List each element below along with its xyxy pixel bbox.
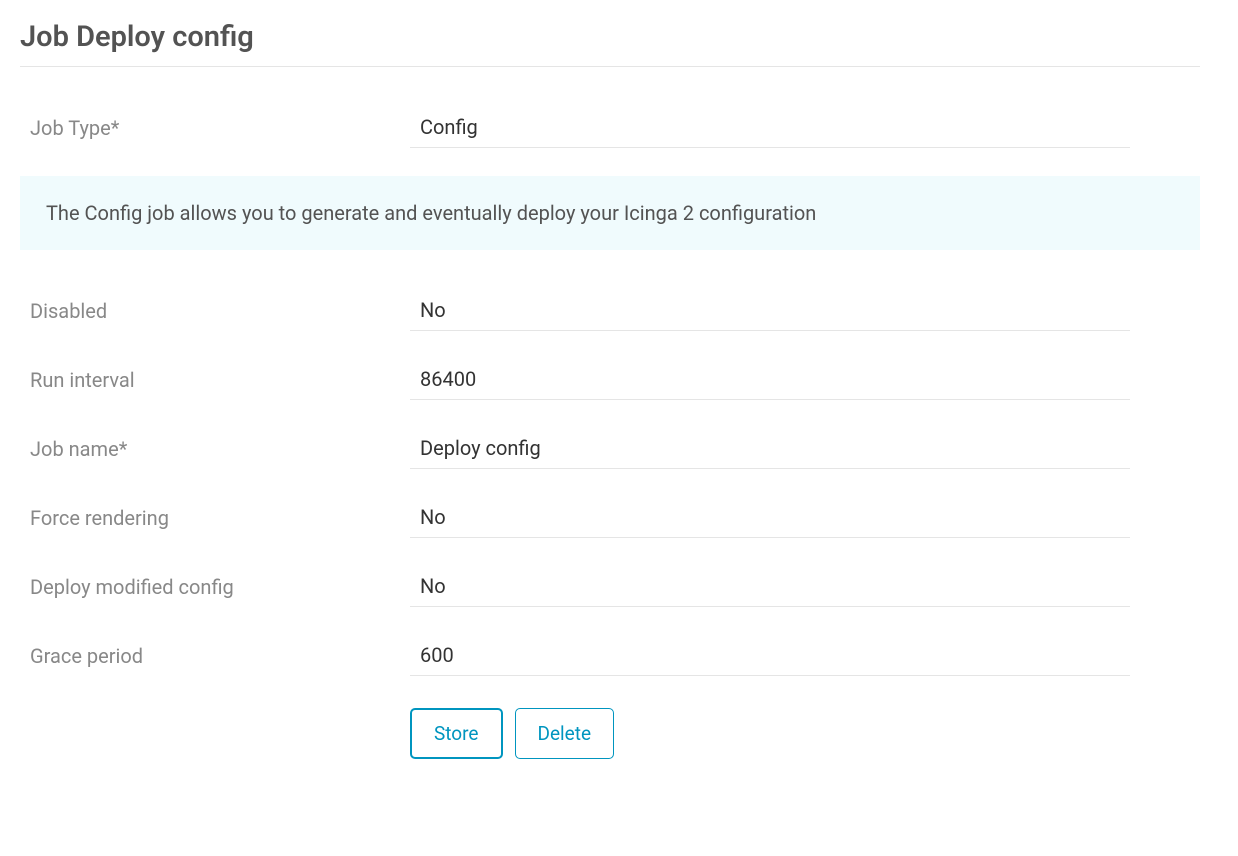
job-type-label: Job Type* (30, 116, 410, 140)
info-box: The Config job allows you to generate an… (20, 176, 1200, 250)
deploy-modified-config-row: Deploy modified config No (20, 566, 1200, 607)
disabled-select[interactable]: No (410, 290, 1130, 331)
delete-button[interactable]: Delete (515, 708, 615, 759)
job-name-label: Job name* (30, 437, 410, 461)
job-name-input[interactable]: Deploy config (410, 428, 1130, 469)
disabled-label: Disabled (30, 299, 410, 323)
grace-period-input[interactable]: 600 (410, 635, 1130, 676)
button-row: Store Delete (20, 708, 1200, 759)
page-title: Job Deploy config (20, 20, 1200, 67)
disabled-row: Disabled No (20, 290, 1200, 331)
job-type-select[interactable]: Config (410, 107, 1130, 148)
grace-period-row: Grace period 600 (20, 635, 1200, 676)
force-rendering-select[interactable]: No (410, 497, 1130, 538)
force-rendering-row: Force rendering No (20, 497, 1200, 538)
run-interval-row: Run interval 86400 (20, 359, 1200, 400)
run-interval-label: Run interval (30, 368, 410, 392)
grace-period-label: Grace period (30, 644, 410, 668)
store-button[interactable]: Store (410, 708, 503, 759)
deploy-modified-config-select[interactable]: No (410, 566, 1130, 607)
job-type-row: Job Type* Config (20, 107, 1200, 148)
force-rendering-label: Force rendering (30, 506, 410, 530)
run-interval-input[interactable]: 86400 (410, 359, 1130, 400)
deploy-modified-config-label: Deploy modified config (30, 575, 410, 599)
job-name-row: Job name* Deploy config (20, 428, 1200, 469)
